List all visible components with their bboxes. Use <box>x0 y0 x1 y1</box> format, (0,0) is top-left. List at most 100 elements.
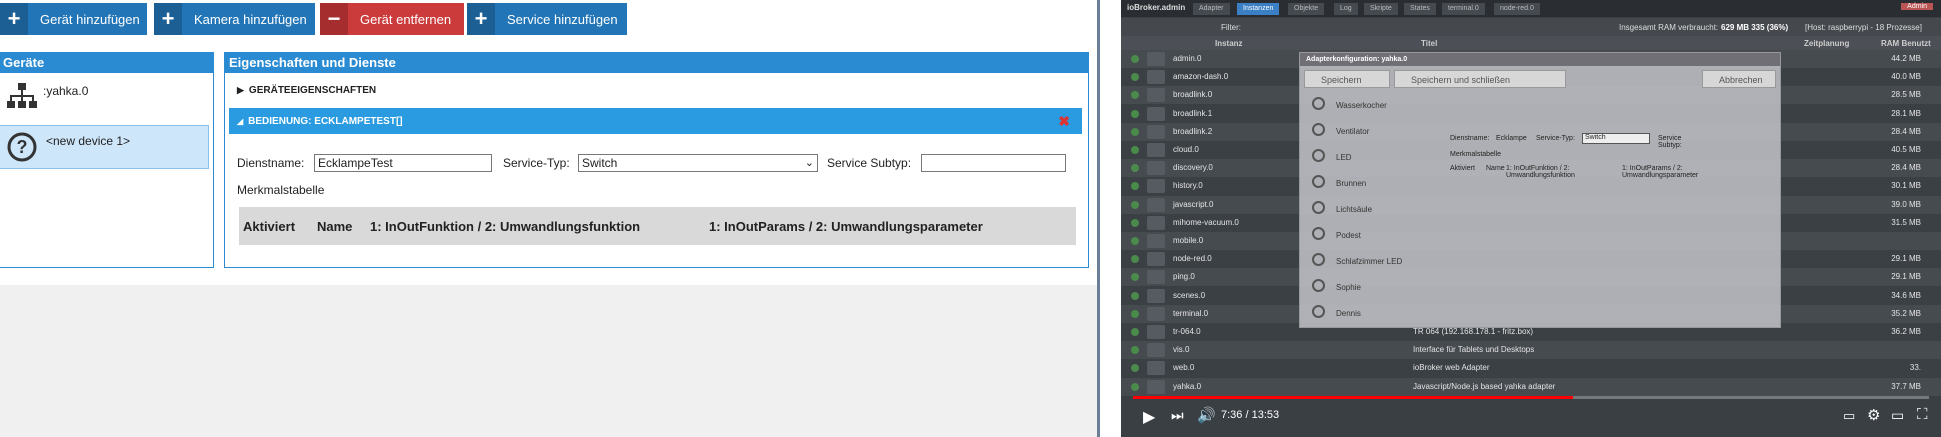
settings-gear-icon[interactable]: ⚙ <box>1867 406 1880 424</box>
service-label: LED <box>1336 153 1352 162</box>
video-admin-label: Admin <box>1901 3 1933 10</box>
instance-name: admin.0 <box>1173 54 1202 63</box>
video-service-item: Podest <box>1310 223 1424 247</box>
video-characteristics-label: Merkmalstabelle <box>1450 151 1501 158</box>
theater-mode-icon[interactable]: ▭ <box>1891 407 1904 424</box>
minus-icon: − <box>320 3 348 35</box>
adapter-icon <box>1147 106 1165 121</box>
instance-ram: 29.1 MB <box>1891 272 1921 282</box>
plus-icon: + <box>467 3 495 35</box>
instance-name: node-red.0 <box>1173 254 1212 264</box>
video-player[interactable]: ioBroker.admin Adapter Instanzen Objekte… <box>1121 0 1941 437</box>
video-column-header: RAM Benutzt <box>1881 39 1931 48</box>
video-controls: ▶ ⏭ 🔊 7:36 / 13:53 ▭ ⚙ ▭ ⛶ <box>1121 395 1941 437</box>
devices-panel-title: Geräte <box>0 53 213 73</box>
video-tab: Objekte <box>1288 3 1325 15</box>
instance-name: vis.0 <box>1173 345 1190 355</box>
characteristics-label: Merkmalstabelle <box>237 183 325 197</box>
triangle-right-icon: ▶ <box>237 85 244 95</box>
video-cancel-button: Abbrechen <box>1702 70 1776 88</box>
add-camera-button[interactable]: + Kamera hinzufügen <box>154 3 315 35</box>
video-service-item: Ventilator <box>1310 119 1424 143</box>
video-tab: States <box>1404 3 1436 15</box>
power-icon <box>1312 279 1325 292</box>
status-dot <box>1131 255 1139 264</box>
status-dot <box>1131 364 1139 373</box>
service-label: Wasserkocher <box>1336 101 1387 110</box>
instance-ram: 40.0 MB <box>1891 72 1921 82</box>
service-type-label: Service-Typ: <box>503 156 570 170</box>
instance-name: terminal.0 <box>1173 308 1209 318</box>
device-properties-section[interactable]: ▶ GERÄTEEIGENSCHAFTEN <box>229 79 1082 102</box>
instance-ram: 35.2 MB <box>1891 308 1921 318</box>
video-host-info: [Host: raspberrypi - 18 Prozesse] <box>1805 23 1922 32</box>
remove-device-button[interactable]: − Gerät entfernen <box>320 3 464 35</box>
video-ram-label: Insgesamt RAM verbraucht: <box>1619 23 1719 32</box>
video-column-header: Instanz <box>1215 39 1243 48</box>
instance-title: Interface für Tablets und Desktops <box>1413 345 1535 355</box>
instance-name: history.0 <box>1173 181 1203 191</box>
service-section-title: BEDIENUNG: ECKLAMPETEST[] <box>248 115 403 127</box>
status-dot <box>1131 200 1139 209</box>
service-label: Dennis <box>1336 309 1361 318</box>
instance-ram: 40.5 MB <box>1891 145 1921 154</box>
subtitles-icon[interactable]: ▭ <box>1843 408 1855 424</box>
video-column-header: Zeitplanung <box>1804 39 1850 48</box>
video-col-params: 1: InOutParams / 2: Umwandlungsparameter <box>1622 165 1699 179</box>
service-type-select[interactable]: Switch ⌄ <box>578 154 818 172</box>
video-tab: terminal.0 <box>1442 3 1485 15</box>
service-section-header[interactable]: ◢ BEDIENUNG: ECKLAMPETEST[] ✖ <box>229 108 1082 134</box>
service-label: Ventilator <box>1336 127 1370 136</box>
fullscreen-icon[interactable]: ⛶ <box>1917 406 1928 423</box>
video-instance-row: vis.0 Interface für Tablets und Desktops <box>1121 341 1941 360</box>
video-column-header: Titel <box>1421 39 1438 48</box>
instance-name: mobile.0 <box>1173 236 1204 245</box>
instance-name: javascript.0 <box>1173 199 1214 209</box>
instance-ram: 33. <box>1909 363 1921 373</box>
instance-name: mihome-vacuum.0 <box>1173 217 1239 227</box>
adapter-icon <box>1147 215 1165 230</box>
instance-ram: 37.7 MB <box>1891 381 1921 391</box>
service-name-input[interactable]: EcklampeTest <box>314 154 492 172</box>
video-service-item: Dennis <box>1310 301 1424 325</box>
status-dot <box>1131 127 1139 136</box>
characteristics-table-header: Aktiviert Name 1: InOutFunktion / 2: Umw… <box>239 207 1076 245</box>
device-label: :yahka.0 <box>43 84 89 98</box>
add-service-button[interactable]: + Service hinzufügen <box>467 3 627 35</box>
device-item-yahka[interactable]: :yahka.0 <box>0 77 209 115</box>
next-icon[interactable]: ⏭ <box>1171 407 1184 424</box>
instance-ram: 28.5 MB <box>1891 90 1921 100</box>
status-dot <box>1131 55 1139 63</box>
power-icon <box>1312 227 1325 240</box>
window-divider[interactable] <box>1097 0 1100 437</box>
volume-icon[interactable]: 🔊 <box>1197 406 1216 424</box>
video-table-header: Instanz Titel Zeitplanung RAM Benutzt <box>1121 36 1941 50</box>
status-dot <box>1131 109 1139 118</box>
video-ram-value: 629 MB 335 (36%) <box>1721 23 1789 32</box>
video-save-close-button: Speichern und schließen <box>1394 70 1566 88</box>
device-item-new-device[interactable]: ? <new device 1> <box>0 125 209 169</box>
adapter-icon <box>1147 197 1165 212</box>
video-service-type-label: Service-Typ: <box>1536 135 1575 142</box>
service-label: Schlafzimmer LED <box>1336 257 1403 266</box>
service-subtype-input[interactable] <box>921 154 1066 172</box>
adapter-icon <box>1147 124 1165 139</box>
power-icon <box>1312 201 1325 214</box>
adapter-icon <box>1147 306 1165 321</box>
column-header: Aktiviert <box>243 219 296 234</box>
video-service-item: Lichtsäule <box>1310 197 1424 221</box>
adapter-icon <box>1147 161 1165 176</box>
play-icon[interactable]: ▶ <box>1143 407 1155 427</box>
video-col-activated: Aktiviert <box>1450 165 1475 172</box>
video-tab: Log <box>1334 3 1358 15</box>
delete-icon[interactable]: ✖ <box>1058 113 1070 130</box>
video-service-item: Sophie <box>1310 275 1424 299</box>
add-device-button[interactable]: + Gerät hinzufügen <box>0 3 147 35</box>
video-tab: node-red.0 <box>1494 3 1540 15</box>
video-service-name-value: Ecklampe <box>1496 135 1527 142</box>
instance-ram: 28.4 MB <box>1891 163 1921 173</box>
status-dot <box>1131 237 1139 245</box>
power-icon <box>1312 175 1325 188</box>
status-dot <box>1131 146 1139 154</box>
video-service-item: Brunnen <box>1310 171 1424 195</box>
